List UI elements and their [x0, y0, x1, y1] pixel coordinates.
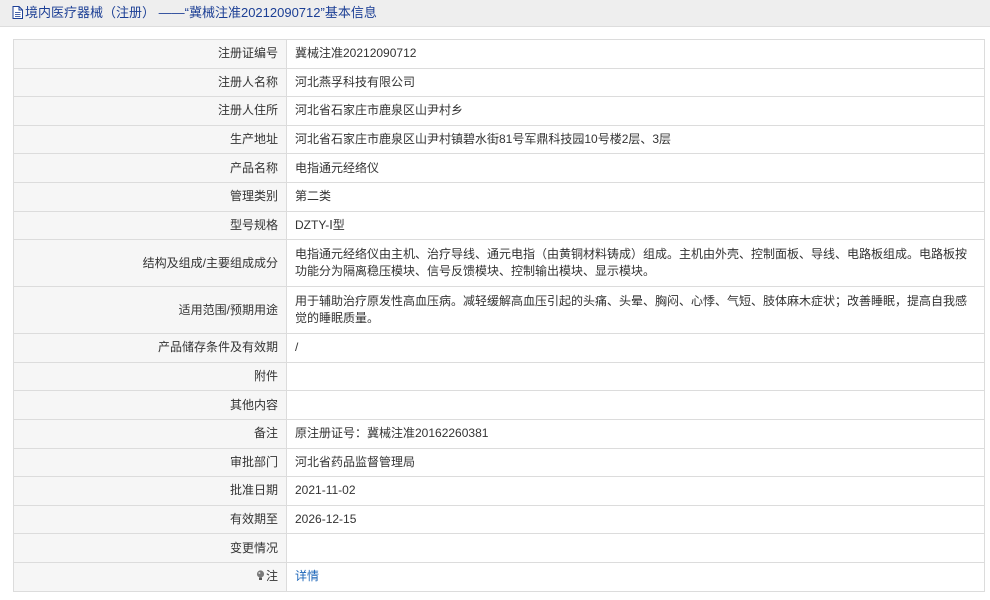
field-value: 电指通元经络仪由主机、治疗导线、通元电指（由黄铜材料铸成）组成。主机由外壳、控制…	[286, 239, 985, 288]
field-label: 产品名称	[13, 153, 287, 183]
field-value	[286, 533, 985, 563]
field-value	[286, 390, 985, 420]
field-value: 河北省药品监督管理局	[286, 447, 985, 478]
lightbulb-icon	[256, 569, 265, 586]
note-label: 注	[265, 568, 278, 583]
table-row: 注册人名称 河北燕孚科技有限公司	[13, 67, 985, 98]
field-value: 冀械注准20212090712	[286, 39, 985, 69]
table-row: 其他内容	[13, 390, 985, 420]
note-value-cell: 详情	[286, 561, 985, 592]
table-row: 变更情况	[13, 533, 985, 563]
page-category: 境内医疗器械（注册）	[25, 5, 156, 20]
field-label: 注册证编号	[13, 39, 287, 69]
field-label: 备注	[13, 418, 287, 449]
field-label: 型号规格	[13, 210, 287, 241]
page-title: “冀械注准20212090712”基本信息	[184, 5, 377, 20]
field-label: 产品储存条件及有效期	[13, 333, 287, 363]
table-row: 型号规格 DZTY-Ⅰ型	[13, 210, 985, 241]
table-row: 产品名称 电指通元经络仪	[13, 153, 985, 183]
field-value: 第二类	[286, 181, 985, 212]
field-value: 河北燕孚科技有限公司	[286, 67, 985, 98]
field-label: 其他内容	[13, 390, 287, 420]
field-label: 管理类别	[13, 181, 287, 212]
document-icon	[12, 2, 23, 28]
field-value	[286, 361, 985, 392]
table-row: 适用范围/预期用途 用于辅助治疗原发性高血压病。减轻缓解高血压引起的头痛、头晕、…	[13, 286, 985, 335]
field-value: 用于辅助治疗原发性高血压病。减轻缓解高血压引起的头痛、头晕、胸闷、心悸、气短、肢…	[286, 286, 985, 335]
registration-info-table: 注册证编号 冀械注准20212090712 注册人名称 河北燕孚科技有限公司 注…	[13, 39, 985, 592]
field-label: 生产地址	[13, 124, 287, 155]
field-label: 变更情况	[13, 533, 287, 563]
table-row: 备注 原注册证号：冀械注准20162260381	[13, 418, 985, 449]
field-label: 附件	[13, 361, 287, 392]
table-row: 附件	[13, 361, 985, 392]
field-value: /	[286, 333, 985, 363]
field-value: 河北省石家庄市鹿泉区山尹村乡	[286, 96, 985, 126]
note-label-cell: 注	[13, 561, 287, 592]
field-value: 河北省石家庄市鹿泉区山尹村镇碧水街81号军鼎科技园10号楼2层、3层	[286, 124, 985, 155]
table-row: 产品储存条件及有效期 /	[13, 333, 985, 363]
field-label: 有效期至	[13, 504, 287, 535]
details-link[interactable]: 详情	[295, 569, 319, 583]
table-row: 结构及组成/主要组成成分 电指通元经络仪由主机、治疗导线、通元电指（由黄铜材料铸…	[13, 239, 985, 288]
table-row: 管理类别 第二类	[13, 181, 985, 212]
table-row: 注 详情	[13, 561, 985, 592]
field-value: 2021-11-02	[286, 476, 985, 506]
page-title-bar: 境内医疗器械（注册） ——“冀械注准20212090712”基本信息	[0, 0, 990, 27]
table-row: 审批部门 河北省药品监督管理局	[13, 447, 985, 478]
table-row: 有效期至 2026-12-15	[13, 504, 985, 535]
field-value: DZTY-Ⅰ型	[286, 210, 985, 241]
table-row: 生产地址 河北省石家庄市鹿泉区山尹村镇碧水街81号军鼎科技园10号楼2层、3层	[13, 124, 985, 155]
field-label: 注册人名称	[13, 67, 287, 98]
field-label: 注册人住所	[13, 96, 287, 126]
field-label: 适用范围/预期用途	[13, 286, 287, 335]
table-row: 批准日期 2021-11-02	[13, 476, 985, 506]
field-value: 电指通元经络仪	[286, 153, 985, 183]
field-label: 批准日期	[13, 476, 287, 506]
table-row: 注册证编号 冀械注准20212090712	[13, 39, 985, 69]
field-value: 原注册证号：冀械注准20162260381	[286, 418, 985, 449]
field-label: 审批部门	[13, 447, 287, 478]
field-label: 结构及组成/主要组成成分	[13, 239, 287, 288]
title-separator: ——	[158, 5, 185, 20]
table-row: 注册人住所 河北省石家庄市鹿泉区山尹村乡	[13, 96, 985, 126]
field-value: 2026-12-15	[286, 504, 985, 535]
